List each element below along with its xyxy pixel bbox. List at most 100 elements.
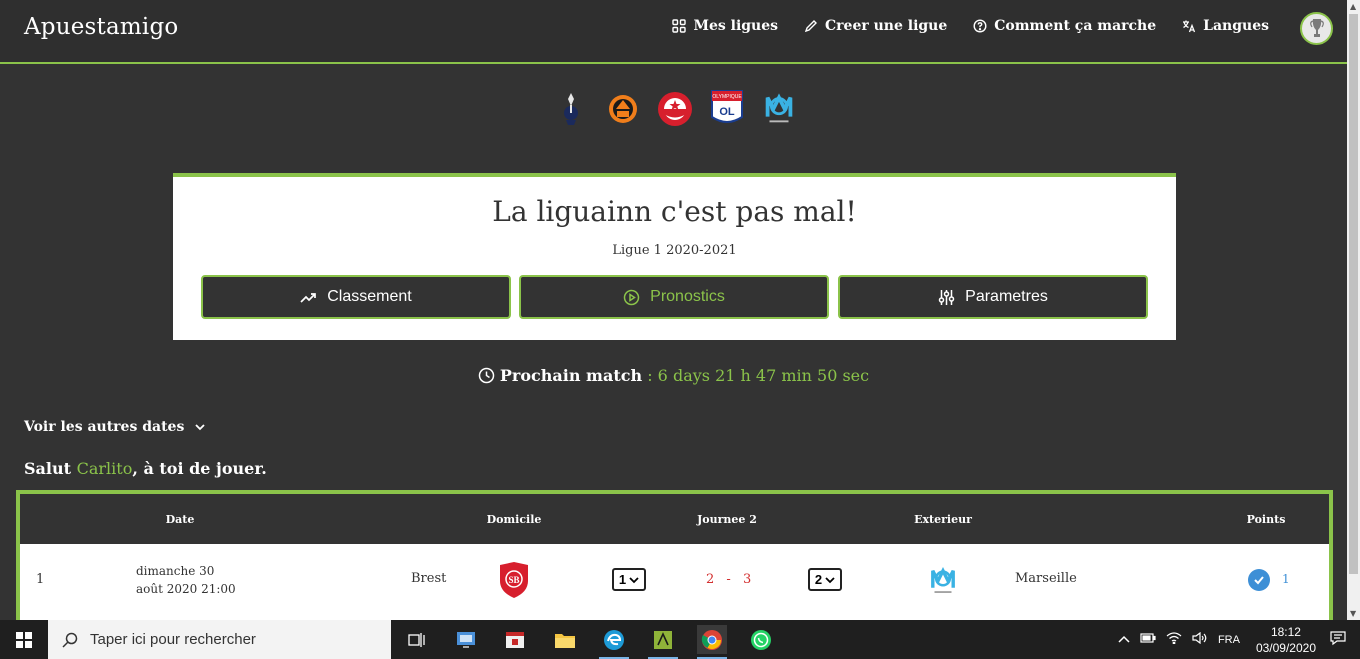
scroll-down-arrow-icon[interactable]: ▼ [1350,609,1356,618]
shakhtar-logo-icon [604,86,642,132]
match-date: dimanche 30 août 2020 21:00 [136,562,236,598]
battery-icon[interactable] [1140,633,1156,646]
taskbar-search[interactable]: Taper ici pour rechercher [48,620,391,659]
parametres-button[interactable]: Parametres [838,275,1148,319]
home-pick-value: 1 [618,572,627,587]
classement-button[interactable]: Classement [201,275,511,319]
grid-icon [672,19,687,33]
taskbar-clock[interactable]: 18:12 03/09/2020 [1256,624,1316,656]
check-icon [1248,569,1270,591]
home-pick-select[interactable]: 1 [612,568,646,591]
header-domicile: Domicile [486,513,542,526]
app-window-icon[interactable] [500,625,530,654]
top-navbar: Apuestamigo Mes ligues Creer une ligue C… [0,0,1347,64]
league-card: La liguainn c'est pas mal! Ligue 1 2020-… [173,173,1176,340]
svg-text:SB: SB [508,575,519,585]
nav-mes-ligues[interactable]: Mes ligues [672,18,778,34]
league-title: La liguainn c'est pas mal! [492,195,857,228]
sliders-icon [938,289,955,305]
score-home: 2 [706,572,716,587]
svg-text:OL: OL [719,106,735,118]
pencil-icon [804,20,818,33]
chevron-down-icon [629,576,639,583]
scroll-thumb[interactable] [1349,14,1358,574]
row-index: 1 [36,572,45,587]
edge-icon[interactable] [599,625,629,659]
scroll-up-arrow-icon[interactable]: ▲ [1350,2,1356,11]
tray-overflow-chevron-icon[interactable] [1118,634,1130,646]
header-date: Date [165,513,195,526]
task-view-icon[interactable] [402,625,432,654]
away-pick-select[interactable]: 2 [808,568,842,591]
greeting-username: Carlito [76,459,133,478]
score-separator: - [726,572,732,587]
nav-comment-ca-marche[interactable]: Comment ça marche [973,18,1156,34]
trophy-icon [1309,18,1324,37]
match-date-day: dimanche 30 [136,564,215,578]
svg-text:OLYMPIQUE: OLYMPIQUE [712,94,742,100]
brand-logo-text[interactable]: Apuestamigo [24,14,178,40]
text-editor-icon[interactable] [648,625,678,659]
countdown-label: Prochain match [499,366,643,385]
away-team-name: Marseille [1015,571,1077,586]
wifi-icon[interactable] [1166,632,1182,647]
button-label: Parametres [965,288,1048,305]
score-away: 3 [742,572,753,587]
remote-desktop-icon[interactable] [451,625,481,654]
greeting-suffix: , à toi de jouer. [132,459,267,478]
translate-icon [1183,20,1196,33]
brest-logo-icon: SB [498,561,530,603]
home-team-name: Brest [411,571,447,586]
row-points: 1 [1282,572,1290,586]
start-button[interactable] [0,620,48,659]
chrome-icon[interactable] [697,625,727,659]
nav-creer-ligue[interactable]: Creer une ligue [804,18,947,34]
chevron-down-icon [195,424,205,431]
table-row: 1 dimanche 30 août 2020 21:00 Brest SB 1… [20,544,1329,630]
clock-time: 18:12 [1270,624,1301,639]
whatsapp-icon[interactable] [746,625,776,654]
featured-team-logos: OLYMPIQUE OL [552,86,798,132]
other-dates-label: Voir les autres dates [24,419,185,435]
other-dates-toggle[interactable]: Voir les autres dates [24,419,206,435]
match-date-time: août 2020 21:00 [136,582,236,596]
button-label: Pronostics [650,288,725,305]
notifications-icon[interactable] [1330,630,1346,649]
windows-logo-icon [16,631,32,648]
nav-label: Mes ligues [693,18,779,34]
header-journee: Journee 2 [697,513,757,526]
play-circle-icon [623,289,640,305]
lyon-logo-icon: OLYMPIQUE OL [708,86,746,132]
nav-label: Comment ça marche [994,18,1157,34]
trending-icon [300,292,317,303]
tottenham-logo-icon [552,86,590,132]
match-score: 2 - 3 [706,572,752,587]
clock-date: 03/09/2020 [1255,640,1316,655]
nav-label: Langues [1203,18,1269,34]
search-placeholder: Taper ici pour rechercher [90,631,256,648]
main-nav: Mes ligues Creer une ligue Comment ça ma… [672,18,1269,34]
predictions-table: Date Domicile Journee 2 Exterieur Points… [16,490,1333,630]
pronostics-button[interactable]: Pronostics [519,275,829,319]
countdown-value: : 6 days 21 h 47 min 50 sec [647,366,870,385]
help-circle-icon [973,19,987,33]
nav-label: Creer une ligue [825,18,948,34]
away-pick-value: 2 [814,572,823,587]
button-label: Classement [327,288,412,305]
league-subtitle: Ligue 1 2020-2021 [612,243,737,258]
input-language[interactable]: FRA [1218,634,1240,646]
marseille-logo-icon [926,563,960,603]
volume-icon[interactable] [1192,631,1208,647]
search-icon [62,632,78,648]
clock-icon [478,367,495,384]
windows-taskbar: Taper ici pour rechercher FRA 18:12 03/0… [0,620,1360,659]
page-scrollbar[interactable]: ▲ ▼ [1347,0,1360,620]
next-match-countdown: Prochain match : 6 days 21 h 47 min 50 s… [0,366,1347,385]
avatar[interactable] [1300,12,1333,45]
system-tray: FRA 18:12 03/09/2020 [1118,620,1360,659]
table-header: Date Domicile Journee 2 Exterieur Points [20,494,1329,544]
marseille-logo-icon [760,86,798,132]
file-explorer-icon[interactable] [550,625,580,654]
nav-langues[interactable]: Langues [1182,18,1269,34]
greeting: Salut Carlito, à toi de jouer. [24,459,267,478]
